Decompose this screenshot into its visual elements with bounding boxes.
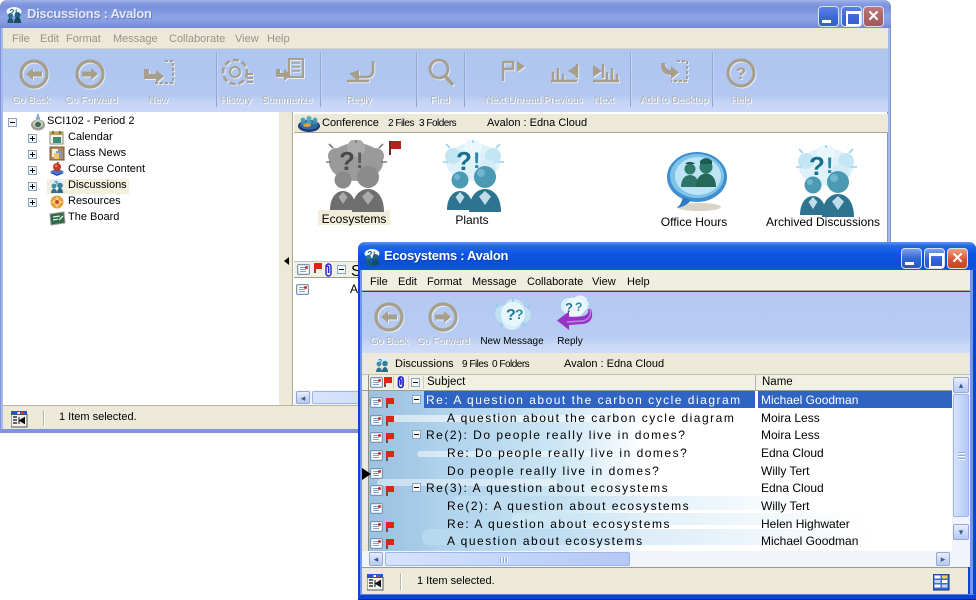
svg-text:?: ? (736, 64, 746, 83)
svg-text:?: ? (575, 300, 582, 314)
svg-text:?: ? (515, 306, 524, 322)
